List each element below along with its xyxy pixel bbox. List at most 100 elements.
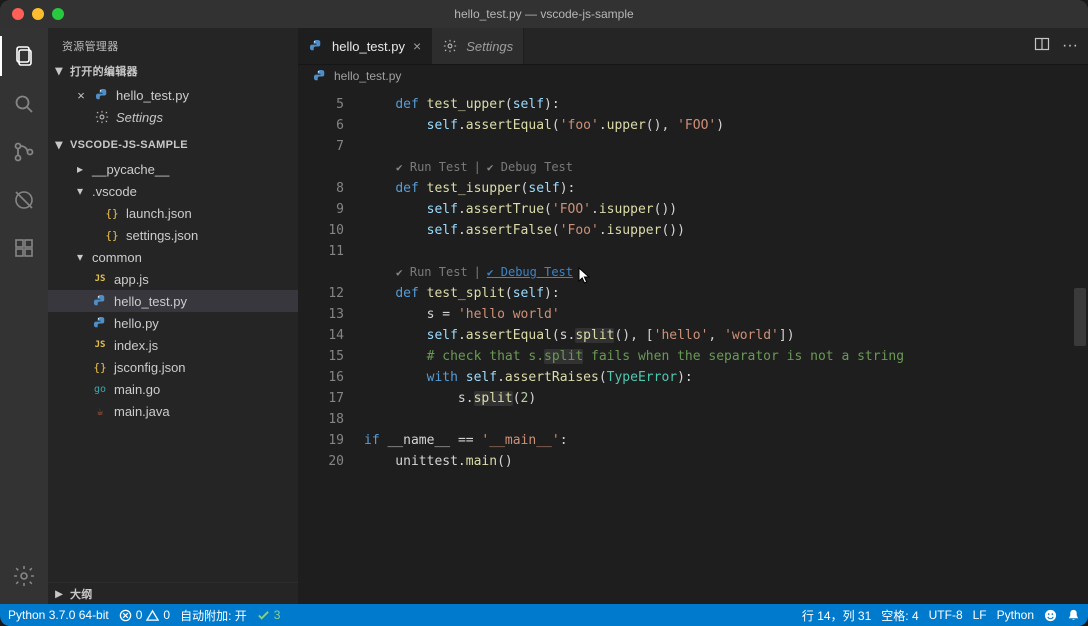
line-number[interactable]: 11 [298,241,344,262]
more-actions-icon[interactable]: ··· [1062,37,1078,55]
codelens-debug-test[interactable]: ✔ Debug Test [487,262,573,283]
file-item[interactable]: hello_test.py [48,290,298,312]
status-eol[interactable]: LF [973,608,987,622]
line-number[interactable]: 8 [298,178,344,199]
codelens: ✔ Run Test | ✔ Debug Test [364,157,1088,178]
folder-item[interactable]: ▸__pycache__ [48,158,298,180]
line-number[interactable]: 15 [298,346,344,367]
activity-scm[interactable] [0,132,48,172]
window-close[interactable] [12,8,24,20]
file-item[interactable]: main.java [48,400,298,422]
editor-tab[interactable]: hello_test.py× [298,28,432,64]
status-cursor[interactable]: 行 14，列 31 [802,607,871,624]
outline-label: 大纲 [70,586,93,602]
editor-tab[interactable]: Settings [432,28,524,64]
folder-item[interactable]: ▾common [48,246,298,268]
status-feedback-icon[interactable] [1044,609,1057,622]
file-item[interactable]: index.js [48,334,298,356]
status-python[interactable]: Python 3.7.0 64-bit [8,608,109,622]
code-line[interactable]: self.assertTrue('FOO'.isupper()) [364,199,1088,220]
status-tests[interactable]: 3 [257,608,281,622]
split-editor-icon[interactable] [1034,36,1050,57]
line-number[interactable]: 5 [298,94,344,115]
file-item[interactable]: jsconfig.json [48,356,298,378]
code-line[interactable] [364,241,1088,262]
breadcrumb[interactable]: hello_test.py [298,64,1088,88]
file-item[interactable]: launch.json [48,202,298,224]
file-tree: ▸__pycache__▾.vscodelaunch.jsonsettings.… [48,156,298,582]
gear-icon [94,109,110,125]
code-line[interactable]: def test_upper(self): [364,94,1088,115]
status-indent[interactable]: 空格: 4 [881,607,918,624]
line-number[interactable]: 19 [298,430,344,451]
line-number[interactable]: 9 [298,199,344,220]
line-number[interactable]: 6 [298,115,344,136]
activity-debug[interactable] [0,180,48,220]
folder-item[interactable]: ▾.vscode [48,180,298,202]
close-tab-icon[interactable]: × [413,38,421,54]
window-maximize[interactable] [52,8,64,20]
close-editor-icon[interactable]: × [74,88,88,103]
file-item[interactable]: settings.json [48,224,298,246]
open-editor-item[interactable]: Settings [48,106,298,128]
editor-group: hello_test.py×Settings ··· hello_test.py… [298,28,1088,604]
line-number[interactable]: 16 [298,367,344,388]
tab-label: Settings [466,39,513,54]
code-line[interactable]: if __name__ == '__main__': [364,430,1088,451]
code-line[interactable]: unittest.main() [364,451,1088,472]
code-line[interactable] [364,136,1088,157]
outline-header[interactable]: ▸ 大纲 [48,582,298,604]
code-editor[interactable]: 567 891011 121314151617181920 def test_upp… [298,88,1088,604]
codelens-run-test[interactable]: ✔ Run Test [396,157,468,178]
breadcrumb-label: hello_test.py [334,69,401,83]
code-line[interactable] [364,409,1088,430]
editor-tabs: hello_test.py× Settings ··· [298,28,1088,64]
line-number[interactable]: 17 [298,388,344,409]
line-number[interactable]: 13 [298,304,344,325]
activity-explorer[interactable] [0,36,48,76]
file-item[interactable]: main.go [48,378,298,400]
workspace-header[interactable]: ▾ VSCODE-JS-SAMPLE [48,134,298,156]
chevron-right-icon: ▸ [74,162,86,176]
line-number[interactable]: 7 [298,136,344,157]
code-line[interactable]: def test_split(self): [364,283,1088,304]
activity-settings[interactable] [0,556,48,596]
status-encoding[interactable]: UTF-8 [929,608,963,622]
codelens-debug-test[interactable]: ✔ Debug Test [487,157,573,178]
code-line[interactable]: # check that s.split fails when the sepa… [364,346,1088,367]
codelens-run-test[interactable]: ✔ Run Test [396,262,468,283]
file-name: main.go [114,382,160,397]
activity-extensions[interactable] [0,228,48,268]
gear-icon [442,38,458,54]
open-editor-item[interactable]: ×hello_test.py [48,84,298,106]
file-item[interactable]: app.js [48,268,298,290]
status-bell-icon[interactable] [1067,609,1080,622]
status-auto-attach[interactable]: 自动附加: 开 [180,607,247,624]
status-problems[interactable]: 0 0 [119,608,170,622]
open-editor-name: Settings [116,110,163,125]
window-title: hello_test.py — vscode-js-sample [454,7,633,21]
code-line[interactable]: with self.assertRaises(TypeError): [364,367,1088,388]
line-number[interactable]: 18 [298,409,344,430]
activity-search[interactable] [0,84,48,124]
code-line[interactable]: self.assertFalse('Foo'.isupper()) [364,220,1088,241]
chevron-down-icon: ▾ [52,63,66,77]
file-item[interactable]: hello.py [48,312,298,334]
code-area[interactable]: def test_upper(self): self.assertEqual('… [352,88,1088,604]
code-line[interactable]: self.assertEqual(s.split(), ['hello', 'w… [364,325,1088,346]
line-number[interactable]: 20 [298,451,344,472]
scroll-thumb[interactable] [1074,288,1086,346]
file-name: app.js [114,272,149,287]
code-line[interactable]: def test_isupper(self): [364,178,1088,199]
python-file-icon [312,68,328,84]
status-language[interactable]: Python [997,608,1034,622]
code-line[interactable]: s.split(2) [364,388,1088,409]
window-minimize[interactable] [32,8,44,20]
code-line[interactable]: s = 'hello world' [364,304,1088,325]
code-line[interactable]: self.assertEqual('foo'.upper(), 'FOO') [364,115,1088,136]
open-editors-header[interactable]: ▾ 打开的编辑器 [48,60,298,82]
json-file-icon [92,359,108,375]
line-number[interactable]: 10 [298,220,344,241]
line-number[interactable]: 12 [298,283,344,304]
line-number[interactable]: 14 [298,325,344,346]
